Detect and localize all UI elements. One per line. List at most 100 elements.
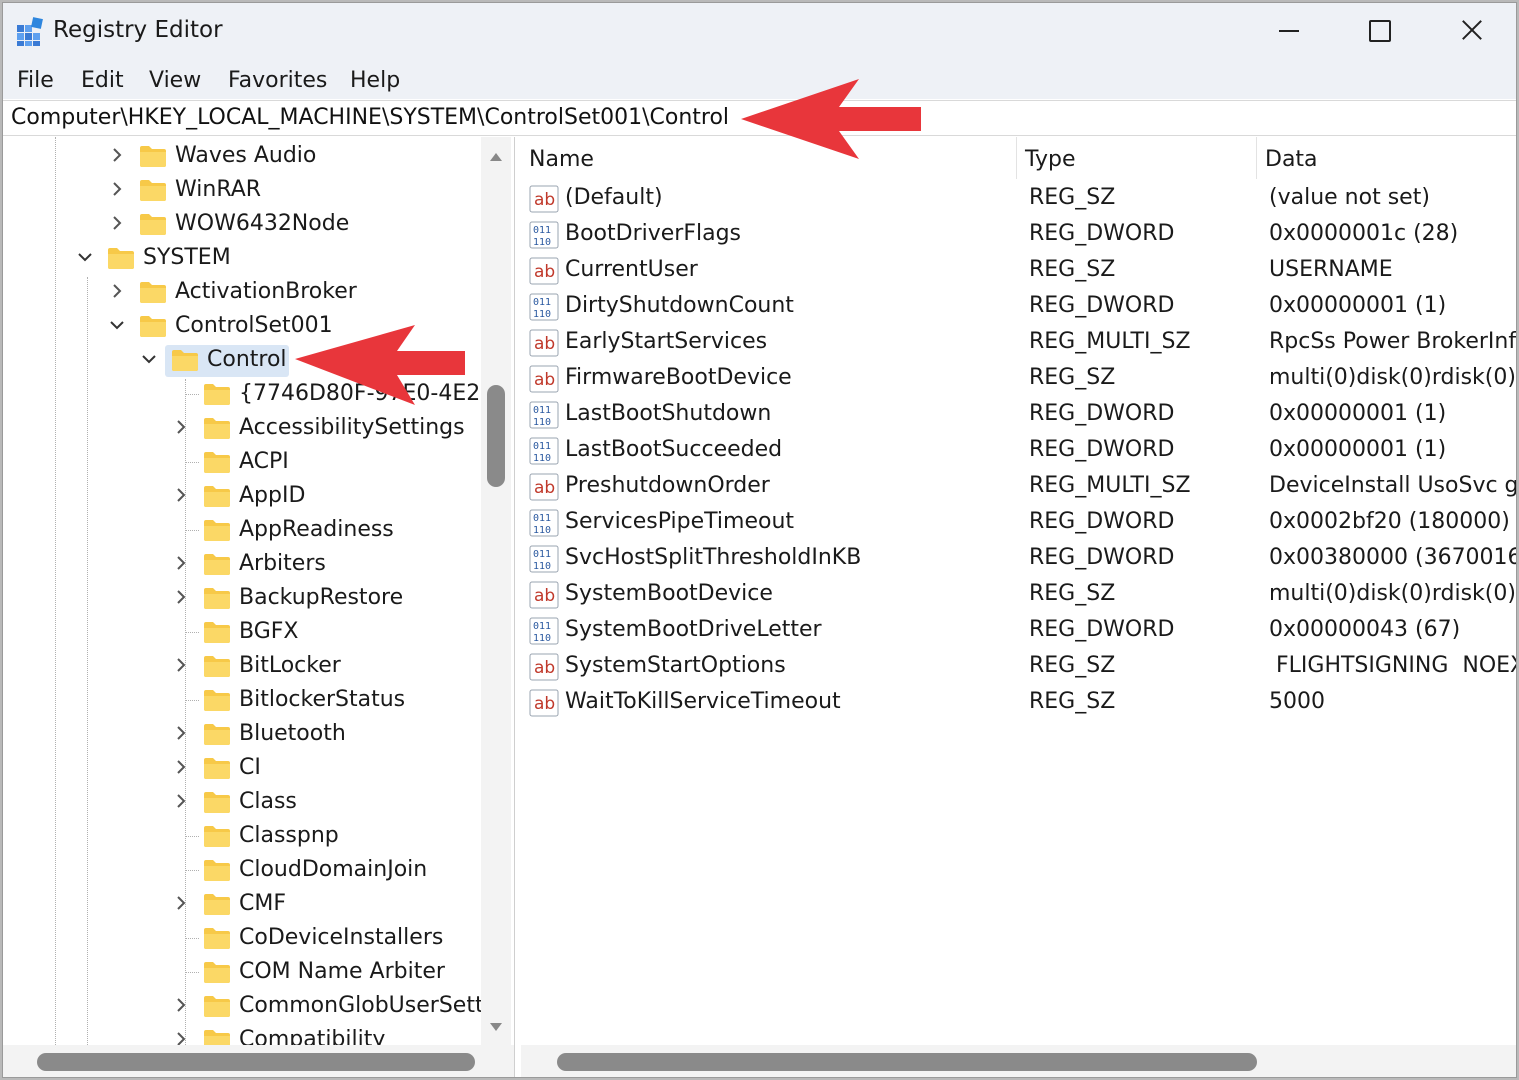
tree-item[interactable]: AppID xyxy=(3,480,481,512)
tree-item[interactable]: BitLocker xyxy=(3,650,481,682)
tree-item-label: Arbiters xyxy=(239,551,326,576)
tree-item[interactable]: Arbiters xyxy=(3,548,481,580)
value-data: 0x00000001 (1) xyxy=(1269,437,1447,462)
menu-edit[interactable]: Edit xyxy=(81,68,124,93)
value-data: USERNAME xyxy=(1269,257,1393,282)
title-bar[interactable]: Registry Editor xyxy=(3,3,1516,59)
menu-help[interactable]: Help xyxy=(350,68,400,93)
svg-text:011: 011 xyxy=(533,441,551,452)
tree-item[interactable]: CMF xyxy=(3,888,481,920)
chevron-down-icon[interactable] xyxy=(109,317,125,333)
tree-item[interactable]: AccessibilitySettings xyxy=(3,412,481,444)
tree-hscroll-thumb[interactable] xyxy=(37,1053,475,1071)
value-row[interactable]: 011 110 SvcHostSplitThresholdInKB REG_DWORD… xyxy=(521,541,1516,577)
value-name: (Default) xyxy=(565,185,663,210)
value-row[interactable]: ab FirmwareBootDevice REG_SZ multi(0)disk(0… xyxy=(521,361,1516,397)
value-type: REG_SZ xyxy=(1029,689,1116,714)
value-row[interactable]: 011 110 LastBootShutdown REG_DWORD 0x0000000… xyxy=(521,397,1516,433)
folder-icon xyxy=(203,824,231,848)
tree-item[interactable]: CommonGlobUserSetti xyxy=(3,990,490,1022)
svg-text:ab: ab xyxy=(534,370,555,390)
value-row[interactable]: 011 110 LastBootSucceeded REG_DWORD 0x000000… xyxy=(521,433,1516,469)
chevron-down-icon[interactable] xyxy=(77,249,93,265)
tree-item[interactable]: BitlockerStatus xyxy=(3,684,481,716)
tree-item[interactable]: CoDeviceInstallers xyxy=(3,922,481,954)
tree-guide-line xyxy=(185,379,186,1077)
chevron-right-icon[interactable] xyxy=(173,725,189,741)
menu-file[interactable]: File xyxy=(17,68,54,93)
values-hscroll-thumb[interactable] xyxy=(557,1053,1257,1071)
value-row[interactable]: ab EarlyStartServices REG_MULTI_SZ RpcSs Po… xyxy=(521,325,1516,361)
maximize-button[interactable] xyxy=(1333,3,1423,59)
tree-item[interactable]: AppReadiness xyxy=(3,514,481,546)
chevron-right-icon[interactable] xyxy=(173,657,189,673)
chevron-right-icon[interactable] xyxy=(109,283,125,299)
tree-item[interactable]: WOW6432Node xyxy=(3,208,481,240)
column-header-data[interactable]: Data xyxy=(1257,137,1516,179)
red-arrow-annotation-address xyxy=(741,79,921,159)
value-name: SystemBootDevice xyxy=(565,581,773,606)
svg-text:ab: ab xyxy=(534,658,555,678)
scroll-down-arrow-icon[interactable] xyxy=(490,1023,502,1031)
tree-connector xyxy=(185,836,199,837)
menu-view[interactable]: View xyxy=(149,68,201,93)
value-type: REG_MULTI_SZ xyxy=(1029,329,1191,354)
chevron-right-icon[interactable] xyxy=(109,181,125,197)
tree-item-label: WinRAR xyxy=(175,177,262,202)
tree-item[interactable]: BGFX xyxy=(3,616,481,648)
value-row[interactable]: ab PreshutdownOrder REG_MULTI_SZ DeviceInst… xyxy=(521,469,1516,505)
minimize-button[interactable] xyxy=(1243,3,1333,59)
svg-text:110: 110 xyxy=(533,417,551,428)
tree-connector xyxy=(185,938,199,939)
tree-item[interactable]: Classpnp xyxy=(3,820,481,852)
chevron-down-icon[interactable] xyxy=(141,351,157,367)
binary-value-icon: 011 110 xyxy=(529,617,559,645)
tree-item[interactable]: Class xyxy=(3,786,481,818)
tree-vertical-scrollbar[interactable] xyxy=(481,137,511,1045)
tree-item[interactable]: Waves Audio xyxy=(3,140,481,172)
value-type: REG_DWORD xyxy=(1029,545,1175,570)
tree-item[interactable]: COM Name Arbiter xyxy=(3,956,481,988)
value-row[interactable]: 011 110 ServicesPipeTimeout REG_DWORD 0x0002… xyxy=(521,505,1516,541)
close-button[interactable] xyxy=(1425,3,1515,59)
chevron-right-icon[interactable] xyxy=(109,215,125,231)
tree-horizontal-scrollbar[interactable] xyxy=(3,1045,514,1077)
scroll-up-arrow-icon[interactable] xyxy=(490,153,502,161)
tree-item[interactable]: CloudDomainJoin xyxy=(3,854,481,886)
value-row[interactable]: 011 110 BootDriverFlags REG_DWORD 0x0000001c… xyxy=(521,217,1516,253)
value-row[interactable]: ab (Default) REG_SZ (value not set) xyxy=(521,181,1516,217)
svg-text:110: 110 xyxy=(533,453,551,464)
tree-item[interactable]: SYSTEM xyxy=(3,242,481,274)
tree-item[interactable]: Bluetooth xyxy=(3,718,481,750)
chevron-right-icon[interactable] xyxy=(109,147,125,163)
tree-scroll-thumb[interactable] xyxy=(487,385,505,487)
chevron-right-icon[interactable] xyxy=(173,419,189,435)
tree-item-label: ActivationBroker xyxy=(175,279,357,304)
value-row[interactable]: ab SystemStartOptions REG_SZ FLIGHTSIGNING… xyxy=(521,649,1516,685)
value-row[interactable]: 011 110 SystemBootDriveLetter REG_DWORD 0x00… xyxy=(521,613,1516,649)
chevron-right-icon[interactable] xyxy=(173,793,189,809)
value-row[interactable]: 011 110 DirtyShutdownCount REG_DWORD 0x00000… xyxy=(521,289,1516,325)
tree-item-label: Classpnp xyxy=(239,823,339,848)
tree-item[interactable]: BackupRestore xyxy=(3,582,481,614)
chevron-right-icon[interactable] xyxy=(173,997,189,1013)
chevron-right-icon[interactable] xyxy=(173,589,189,605)
chevron-right-icon[interactable] xyxy=(173,895,189,911)
svg-text:ab: ab xyxy=(534,334,555,354)
address-path[interactable]: Computer\HKEY_LOCAL_MACHINE\SYSTEM\Contr… xyxy=(11,105,729,130)
value-row[interactable]: ab CurrentUser REG_SZ USERNAME xyxy=(521,253,1516,289)
chevron-right-icon[interactable] xyxy=(173,487,189,503)
values-horizontal-scrollbar[interactable] xyxy=(521,1045,1516,1077)
tree-item[interactable]: WinRAR xyxy=(3,174,481,206)
string-value-icon: ab xyxy=(529,365,559,393)
chevron-right-icon[interactable] xyxy=(173,759,189,775)
chevron-right-icon[interactable] xyxy=(173,555,189,571)
menu-favorites[interactable]: Favorites xyxy=(228,68,327,93)
tree-item[interactable]: CI xyxy=(3,752,481,784)
tree-item[interactable]: ActivationBroker xyxy=(3,276,481,308)
value-row[interactable]: ab SystemBootDevice REG_SZ multi(0)disk(0)r… xyxy=(521,577,1517,613)
value-row[interactable]: ab WaitToKillServiceTimeout REG_SZ 5000 xyxy=(521,685,1516,721)
tree-item[interactable]: ACPI xyxy=(3,446,481,478)
column-header-type[interactable]: Type xyxy=(1017,137,1257,179)
value-data: multi(0)disk(0)rdisk(0)pa xyxy=(1269,581,1517,606)
